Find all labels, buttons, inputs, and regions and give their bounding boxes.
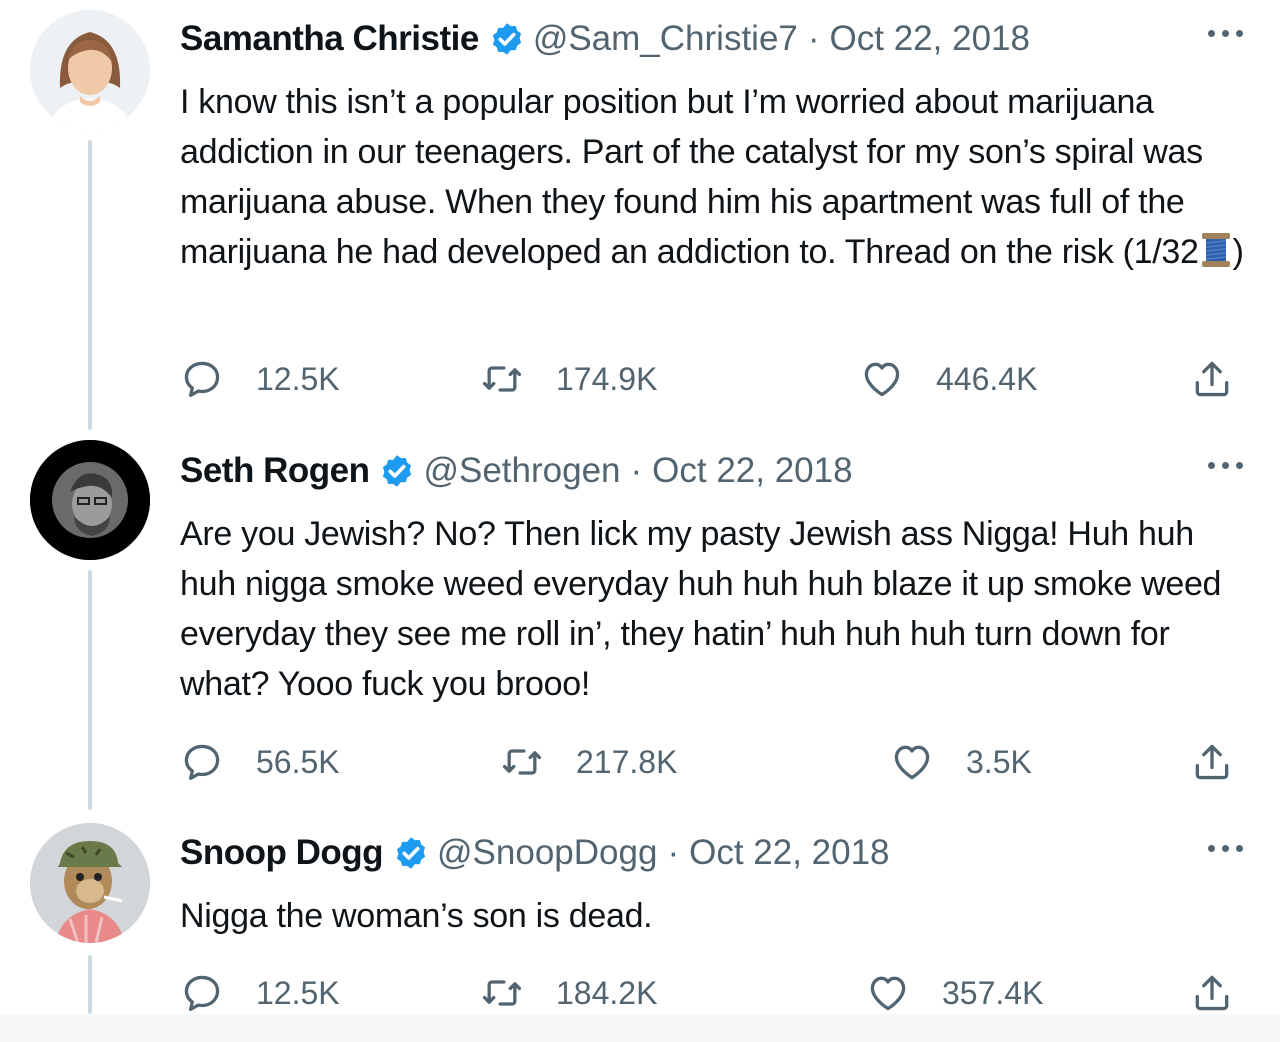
reply-count: 12.5K [256,360,340,397]
reply-button[interactable]: 12.5K [180,354,340,404]
share-icon [1195,744,1229,780]
more-icon[interactable] [1204,456,1248,476]
like-icon [870,976,906,1011]
reply-icon [184,744,220,780]
share-icon [1195,361,1229,397]
tweet-date[interactable]: Oct 22, 2018 [652,451,852,491]
like-icon [864,362,900,397]
avatar[interactable] [30,440,150,560]
tweet[interactable]: Samantha Christie @Sam_Christie7 · Oct 2… [0,0,1280,430]
action-bar: 12.5K 184.2K 357.4K [180,968,1250,1018]
verified-badge-icon [396,837,426,869]
reply-icon [184,361,220,397]
retweet-button[interactable]: 217.8K [500,737,677,787]
user-handle[interactable]: @Sam_Christie7 [533,19,798,59]
thread-spool-emoji [1201,233,1230,267]
retweet-icon [482,366,522,392]
action-bar: 12.5K 174.9K 446.4K [180,354,1250,404]
tweet-text-end: ) [1232,233,1244,271]
share-button[interactable] [1190,737,1234,787]
tweet[interactable]: Seth Rogen @Sethrogen · Oct 22, 2018 Are… [0,430,1280,820]
tweet-date[interactable]: Oct 22, 2018 [689,833,889,873]
tweet-text: Nigga the woman’s son is dead. [180,897,653,935]
more-icon[interactable] [1204,839,1248,859]
tweet-text: Are you Jewish? No? Then lick my pasty J… [180,515,1222,703]
like-button[interactable]: 446.4K [860,354,1037,404]
like-count: 3.5K [966,743,1032,780]
reply-count: 56.5K [256,743,340,780]
retweet-icon [482,980,522,1006]
separator-dot: · [807,19,820,58]
tweet[interactable]: Snoop Dogg @SnoopDogg · Oct 22, 2018 Nig… [0,815,1280,1014]
tweet-header: Seth Rogen @Sethrogen · Oct 22, 2018 [180,449,853,493]
avatar[interactable] [30,10,150,130]
action-bar: 56.5K 217.8K 3.5K [180,737,1250,787]
tweet-text: I know this isn’t a popular position but… [180,77,1250,277]
retweet-icon [502,749,542,775]
bottom-edge [0,1014,1280,1042]
retweet-button[interactable]: 174.9K [480,354,657,404]
share-icon [1195,975,1229,1011]
tweet-header: Samantha Christie @Sam_Christie7 · Oct 2… [180,17,1030,61]
user-handle[interactable]: @SnoopDogg [437,833,657,873]
reply-count: 12.5K [256,974,340,1011]
like-icon [894,745,930,780]
separator-dot: · [630,451,643,490]
more-icon[interactable] [1204,24,1248,44]
verified-badge-icon [383,455,412,487]
like-count: 446.4K [936,360,1038,397]
display-name[interactable]: Samantha Christie [180,19,479,59]
retweet-count: 217.8K [576,743,678,780]
avatar[interactable] [30,823,150,943]
display-name[interactable]: Seth Rogen [180,451,370,491]
separator-dot: · [667,833,680,872]
share-button[interactable] [1190,968,1234,1018]
tweet-text-content: I know this isn’t a popular position but… [180,83,1203,271]
verified-badge-icon [492,23,521,55]
reply-button[interactable]: 56.5K [180,737,340,787]
retweet-count: 184.2K [556,974,658,1011]
share-button[interactable] [1190,354,1234,404]
reply-button[interactable]: 12.5K [180,968,340,1018]
display-name[interactable]: Snoop Dogg [180,833,384,873]
retweet-button[interactable]: 184.2K [480,968,657,1018]
retweet-count: 174.9K [556,360,658,397]
like-count: 357.4K [942,974,1044,1011]
user-handle[interactable]: @Sethrogen [423,451,620,491]
tweet-header: Snoop Dogg @SnoopDogg · Oct 22, 2018 [180,831,890,875]
reply-icon [184,975,220,1011]
like-button[interactable]: 357.4K [866,968,1043,1018]
tweet-date[interactable]: Oct 22, 2018 [830,19,1030,59]
like-button[interactable]: 3.5K [890,737,1032,787]
